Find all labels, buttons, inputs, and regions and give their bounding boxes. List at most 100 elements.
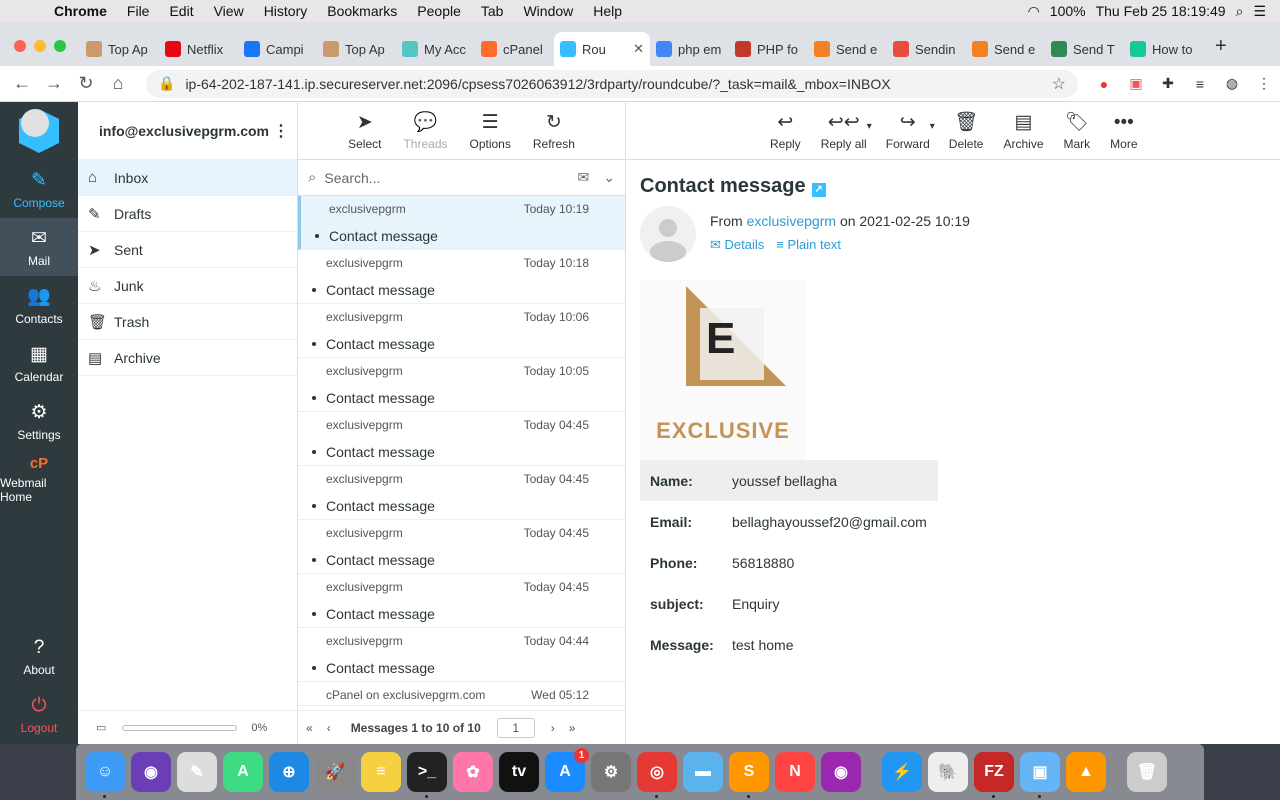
media-icon[interactable]: ≡ bbox=[1184, 76, 1216, 92]
dock-launchpad-icon[interactable]: 🚀 bbox=[315, 752, 355, 792]
select-button[interactable]: ➤ Select bbox=[337, 111, 392, 151]
plain-text-link[interactable]: ≡ Plain text bbox=[776, 237, 841, 253]
menu-people[interactable]: People bbox=[407, 3, 471, 19]
browser-tab[interactable]: Sendin bbox=[887, 32, 966, 66]
menu-help[interactable]: Help bbox=[583, 3, 632, 19]
nav-settings[interactable]: ⚙ Settings bbox=[0, 392, 78, 450]
message-row[interactable]: exclusivepgrm Today 10:05 Contact message bbox=[298, 358, 625, 412]
dock-podcasts-icon[interactable]: ◉ bbox=[821, 752, 861, 792]
minimize-window-button[interactable] bbox=[34, 40, 46, 52]
new-tab-button[interactable]: + bbox=[1203, 35, 1239, 66]
menu-edit[interactable]: Edit bbox=[159, 3, 203, 19]
dock-android-studio-icon[interactable]: A bbox=[223, 752, 263, 792]
dock-messenger-icon[interactable]: ⚡ bbox=[882, 752, 922, 792]
message-row[interactable]: exclusivepgrm Today 04:44 Contact message bbox=[298, 628, 625, 682]
browser-tab[interactable]: Send T bbox=[1045, 32, 1124, 66]
menu-window[interactable]: Window bbox=[513, 3, 583, 19]
dock-vlc-icon[interactable]: ▲ bbox=[1066, 752, 1106, 792]
message-row[interactable]: exclusivepgrm Today 04:45 Contact message bbox=[298, 466, 625, 520]
browser-tab[interactable]: PHP fo bbox=[729, 32, 808, 66]
forward-icon[interactable]: → bbox=[38, 73, 70, 94]
profile-avatar[interactable]: ◍ bbox=[1216, 75, 1248, 92]
menu-tab[interactable]: Tab bbox=[471, 3, 514, 19]
page-number-input[interactable]: 1 bbox=[496, 717, 535, 738]
dock-sublime-icon[interactable]: S bbox=[729, 752, 769, 798]
details-link[interactable]: ✉ Details bbox=[710, 237, 764, 253]
browser-tab[interactable]: How to bbox=[1124, 32, 1203, 66]
browser-tab[interactable]: Top Ap bbox=[80, 32, 159, 66]
nav-calendar[interactable]: ▦ Calendar bbox=[0, 334, 78, 392]
extension-icon[interactable]: ▣ bbox=[1120, 75, 1152, 92]
browser-tab[interactable]: Send e bbox=[808, 32, 887, 66]
maximize-window-button[interactable] bbox=[54, 40, 66, 52]
dock-app-store-icon[interactable]: A1 bbox=[545, 748, 589, 792]
open-in-new-window-icon[interactable]: ↗ bbox=[811, 183, 826, 197]
home-icon[interactable]: ⌂ bbox=[102, 73, 134, 94]
browser-tab[interactable]: php em bbox=[650, 32, 729, 66]
nav-webmail-home[interactable]: cP Webmail Home bbox=[0, 450, 78, 508]
search-bar[interactable]: ⌕ Search... ✉ ⌄ bbox=[298, 160, 625, 196]
chrome-menu-icon[interactable]: ⋮ bbox=[1248, 75, 1280, 92]
dock-apple-tv-icon[interactable]: tv bbox=[499, 752, 539, 792]
search-icon[interactable]: ⌕ bbox=[1236, 3, 1244, 20]
folder-inbox[interactable]: ⌂ Inbox bbox=[78, 160, 297, 196]
dock-preview-icon[interactable]: ▣ bbox=[1020, 752, 1060, 798]
opera-extension-icon[interactable]: ● bbox=[1088, 76, 1120, 92]
nav-contacts[interactable]: 👥 Contacts bbox=[0, 276, 78, 334]
message-row[interactable]: exclusivepgrm Today 10:19 Contact message bbox=[298, 196, 625, 250]
menu-view[interactable]: View bbox=[204, 3, 254, 19]
first-page-icon[interactable]: « bbox=[306, 721, 313, 735]
url-text[interactable]: ip-64-202-187-141.ip.secureserver.net:20… bbox=[185, 76, 890, 92]
delete-button[interactable]: 🗑 Delete bbox=[939, 110, 994, 151]
dock-notes-icon[interactable]: ≡ bbox=[361, 752, 401, 792]
dock-safari-icon[interactable]: ⊕ bbox=[269, 752, 309, 792]
dock-sequel-pro-icon[interactable]: 🐘 bbox=[928, 752, 968, 792]
caret-down-icon[interactable]: ▾ bbox=[867, 121, 872, 132]
browser-tab[interactable]: Top Ap bbox=[317, 32, 396, 66]
nav-mail[interactable]: ✉ Mail bbox=[0, 218, 78, 276]
dock-finder-icon[interactable]: ☺ bbox=[85, 752, 125, 798]
dock-trash-icon[interactable]: 🗑 bbox=[1127, 752, 1167, 792]
mark-button[interactable]: 🏷 Mark bbox=[1054, 110, 1101, 151]
roundcube-logo[interactable] bbox=[0, 102, 78, 160]
clock[interactable]: Thu Feb 25 18:19:49 bbox=[1096, 3, 1226, 19]
browser-tab[interactable]: Rou ✕ bbox=[554, 32, 650, 66]
folder-archive[interactable]: ▤ Archive bbox=[78, 340, 297, 376]
control-center-icon[interactable]: ☰ bbox=[1253, 3, 1266, 20]
dock-filezilla-icon[interactable]: FZ bbox=[974, 752, 1014, 798]
message-row[interactable]: exclusivepgrm Today 04:45 Contact message bbox=[298, 412, 625, 466]
search-input[interactable]: Search... bbox=[324, 170, 380, 186]
puzzle-icon[interactable]: ✚ bbox=[1152, 75, 1184, 92]
sender-link[interactable]: exclusivepgrm bbox=[747, 213, 836, 229]
options-button[interactable]: ☰ Options bbox=[459, 111, 522, 151]
folder-junk[interactable]: ♨ Junk bbox=[78, 268, 297, 304]
lock-icon[interactable]: 🔒 bbox=[158, 75, 175, 92]
dock-news-icon[interactable]: N bbox=[775, 752, 815, 792]
nav-about[interactable]: ? About bbox=[0, 628, 78, 686]
close-window-button[interactable] bbox=[14, 40, 26, 52]
browser-tab[interactable]: My Acc bbox=[396, 32, 475, 66]
browser-tab[interactable]: Netflix bbox=[159, 32, 238, 66]
browser-tab[interactable]: Campi bbox=[238, 32, 317, 66]
next-page-icon[interactable]: › bbox=[551, 721, 555, 735]
caret-down-icon[interactable]: ▾ bbox=[930, 121, 935, 132]
close-tab-icon[interactable]: ✕ bbox=[633, 41, 644, 57]
envelope-icon[interactable]: ✉ bbox=[578, 169, 590, 186]
nav-logout[interactable]: ⏻ Logout bbox=[0, 686, 78, 744]
browser-tab[interactable]: cPanel bbox=[475, 32, 554, 66]
dock-folder-icon[interactable]: ▬ bbox=[683, 752, 723, 792]
menu-bookmarks[interactable]: Bookmarks bbox=[317, 3, 407, 19]
last-page-icon[interactable]: » bbox=[569, 721, 576, 735]
wifi-icon[interactable]: ◠ bbox=[1028, 3, 1040, 20]
address-bar[interactable]: 🔒 ip-64-202-187-141.ip.secureserver.net:… bbox=[146, 69, 1078, 98]
previous-page-icon[interactable]: ‹ bbox=[327, 721, 331, 735]
refresh-button[interactable]: ↻ Refresh bbox=[522, 111, 586, 151]
message-row[interactable]: exclusivepgrm Today 04:45 Contact message bbox=[298, 574, 625, 628]
chevron-down-icon[interactable]: ⌄ bbox=[603, 169, 615, 186]
dock-siri-icon[interactable]: ◉ bbox=[131, 752, 171, 792]
bookmark-star-icon[interactable]: ☆ bbox=[1052, 74, 1066, 94]
account-menu-icon[interactable]: ⋮ bbox=[273, 121, 289, 141]
message-row[interactable]: exclusivepgrm Today 04:45 Contact message bbox=[298, 520, 625, 574]
dock-system-preferences-icon[interactable]: ⚙ bbox=[591, 752, 631, 792]
dock-photos-icon[interactable]: ✿ bbox=[453, 752, 493, 792]
